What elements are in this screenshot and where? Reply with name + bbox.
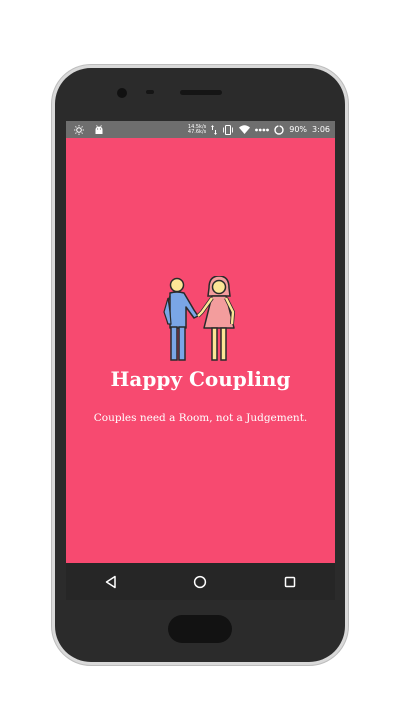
front-camera	[117, 88, 127, 98]
vibrate-icon	[222, 124, 234, 135]
battery-icon	[274, 124, 284, 135]
clock: 3:06	[312, 125, 330, 134]
battery-percent: 90%	[289, 125, 308, 134]
recents-icon	[283, 575, 297, 589]
earpiece	[180, 90, 222, 95]
hardware-home-key[interactable]	[168, 615, 232, 643]
status-bar: 14.5k/s 47.6k/s 90% 3:06	[66, 121, 335, 138]
screen: 14.5k/s 47.6k/s 90% 3:06 Happy Coupling …	[66, 121, 335, 600]
app-tagline: Couples need a Room, not a Judgement.	[93, 412, 308, 424]
woman-figure	[196, 275, 236, 361]
proximity-sensor	[146, 90, 154, 94]
splash-screen: Happy Coupling Couples need a Room, not …	[66, 138, 335, 563]
home-icon	[193, 575, 207, 589]
network-speed: 14.5k/s 47.6k/s	[187, 124, 207, 135]
recents-button[interactable]	[270, 567, 310, 597]
back-icon	[104, 575, 118, 589]
couple-holding-hands-icon	[160, 275, 240, 364]
home-button[interactable]	[180, 567, 220, 597]
power-button[interactable]	[345, 248, 349, 296]
man-figure	[163, 277, 199, 361]
brightness-icon	[74, 124, 84, 135]
page: 14.5k/s 47.6k/s 90% 3:06 Happy Coupling …	[0, 0, 400, 720]
back-button[interactable]	[91, 567, 131, 597]
wifi-icon	[239, 125, 251, 134]
navigation-bar	[66, 563, 335, 600]
android-debug-icon	[94, 124, 104, 135]
net-speed-down: 47.6k/s	[187, 128, 207, 135]
signal-icon	[255, 127, 270, 133]
app-title: Happy Coupling	[110, 367, 291, 391]
data-transfer-icon	[211, 124, 218, 135]
